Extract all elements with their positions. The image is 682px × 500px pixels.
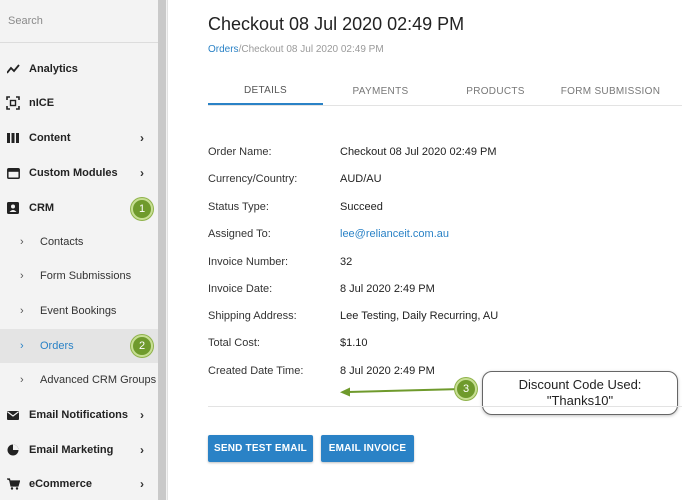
breadcrumb-current: /Checkout 08 Jul 2020 02:49 PM [238, 44, 384, 55]
tab-payments[interactable]: PAYMENTS [323, 78, 438, 105]
breadcrumb-link-orders[interactable]: Orders [208, 44, 239, 55]
assigned-to-label: Assigned To: [208, 228, 271, 240]
status-type-label: Status Type: [208, 201, 269, 213]
sidebar-scrollbar[interactable] [158, 0, 166, 500]
sidebar-item-label: Custom Modules [29, 167, 118, 179]
shipping-address-label: Shipping Address: [208, 310, 297, 322]
sidebar-item-email-notifications[interactable]: Email Notifications › [0, 398, 158, 432]
invoice-number-label: Invoice Number: [208, 256, 289, 268]
annotation-arrow [340, 387, 463, 397]
email-invoice-button[interactable]: EMAIL INVOICE [321, 435, 414, 462]
annotation-badge-3: 3 [455, 378, 477, 400]
currency-country-value: AUD/AU [340, 173, 382, 185]
tab-form-submission[interactable]: FORM SUBMISSION [553, 78, 668, 105]
search-input[interactable] [8, 15, 148, 27]
annotation-badge-1: 1 [131, 198, 153, 220]
chevron-right-icon: › [140, 166, 144, 180]
sidebar-item-label: Email Notifications [29, 409, 129, 421]
sidebar: Analytics nICE Content › Custom Modules … [0, 0, 168, 500]
order-name-label: Order Name: [208, 146, 272, 158]
sidebar-subitem-advanced-crm-groups[interactable]: › Advanced CRM Groups [0, 363, 158, 397]
total-cost-label: Total Cost: [208, 337, 260, 349]
tab-bar: DETAILS PAYMENTS PRODUCTS FORM SUBMISSIO… [208, 78, 682, 106]
sidebar-subitem-form-submissions[interactable]: › Form Submissions [0, 259, 158, 293]
sidebar-item-ecommerce[interactable]: eCommerce › [0, 467, 158, 500]
breadcrumb: Orders/Checkout 08 Jul 2020 02:49 PM [208, 44, 384, 55]
shopping-cart-icon [6, 477, 20, 491]
sidebar-item-label: Email Marketing [29, 444, 114, 456]
content-divider [208, 406, 682, 407]
sidebar-item-content[interactable]: Content › [0, 121, 158, 155]
sidebar-item-label: Event Bookings [40, 305, 117, 317]
callout-line-1: Discount Code Used: [518, 377, 642, 392]
chevron-right-icon: › [20, 340, 24, 352]
invoice-number-value: 32 [340, 256, 353, 268]
envelope-icon [6, 408, 20, 422]
sidebar-item-custom-modules[interactable]: Custom Modules › [0, 156, 158, 190]
sidebar-item-label: eCommerce [29, 478, 92, 490]
search-box [0, 0, 158, 43]
sidebar-subitem-event-bookings[interactable]: › Event Bookings [0, 294, 158, 328]
sidebar-subitem-contacts[interactable]: › Contacts [0, 225, 158, 259]
sidebar-item-label: Orders [40, 340, 74, 352]
send-test-email-button[interactable]: SEND TEST EMAIL [208, 435, 313, 462]
status-type-value: Succeed [340, 201, 383, 213]
order-name-value: Checkout 08 Jul 2020 02:49 PM [340, 146, 497, 158]
contact-card-icon [6, 201, 20, 215]
page-title: Checkout 08 Jul 2020 02:49 PM [208, 14, 465, 34]
sidebar-item-label: CRM [29, 202, 55, 214]
currency-country-label: Currency/Country: [208, 173, 298, 185]
annotation-badge-2: 2 [131, 335, 153, 357]
trend-line-icon [6, 62, 20, 76]
chevron-right-icon: › [140, 443, 144, 457]
created-date-time-value: 8 Jul 2020 2:49 PM [340, 365, 435, 377]
pie-chart-icon [6, 443, 20, 457]
annotation-callout: Discount Code Used: "Thanks10" [482, 371, 678, 415]
chevron-right-icon: › [20, 305, 24, 317]
sidebar-item-label: Analytics [29, 63, 78, 75]
tab-details[interactable]: DETAILS [208, 78, 323, 105]
total-cost-value: $1.10 [340, 337, 368, 349]
created-date-time-label: Created Date Time: [208, 365, 304, 377]
shipping-address-value: Lee Testing, Daily Recurring, AU [340, 310, 499, 322]
sidebar-item-nice[interactable]: nICE [0, 86, 158, 120]
chevron-right-icon: › [140, 477, 144, 491]
chevron-right-icon: › [20, 270, 24, 282]
sidebar-item-label: Content [29, 132, 71, 144]
sidebar-item-email-marketing[interactable]: Email Marketing › [0, 433, 158, 467]
chevron-right-icon: › [140, 408, 144, 422]
nice-icon [6, 96, 20, 110]
assigned-to-email-link[interactable]: lee@relianceit.com.au [340, 228, 449, 240]
sidebar-item-label: Advanced CRM Groups [40, 374, 157, 386]
chevron-right-icon: › [140, 131, 144, 145]
tab-products[interactable]: PRODUCTS [438, 78, 553, 105]
invoice-date-value: 8 Jul 2020 2:49 PM [340, 283, 435, 295]
sidebar-item-label: nICE [29, 97, 55, 109]
sidebar-item-label: Contacts [40, 236, 84, 248]
sidebar-item-label: Form Submissions [40, 270, 132, 282]
sidebar-item-analytics[interactable]: Analytics [0, 52, 158, 86]
invoice-date-label: Invoice Date: [208, 283, 273, 295]
chevron-right-icon: › [20, 236, 24, 248]
window-icon [6, 166, 20, 180]
chevron-right-icon: › [20, 374, 24, 386]
columns-icon [6, 131, 20, 145]
